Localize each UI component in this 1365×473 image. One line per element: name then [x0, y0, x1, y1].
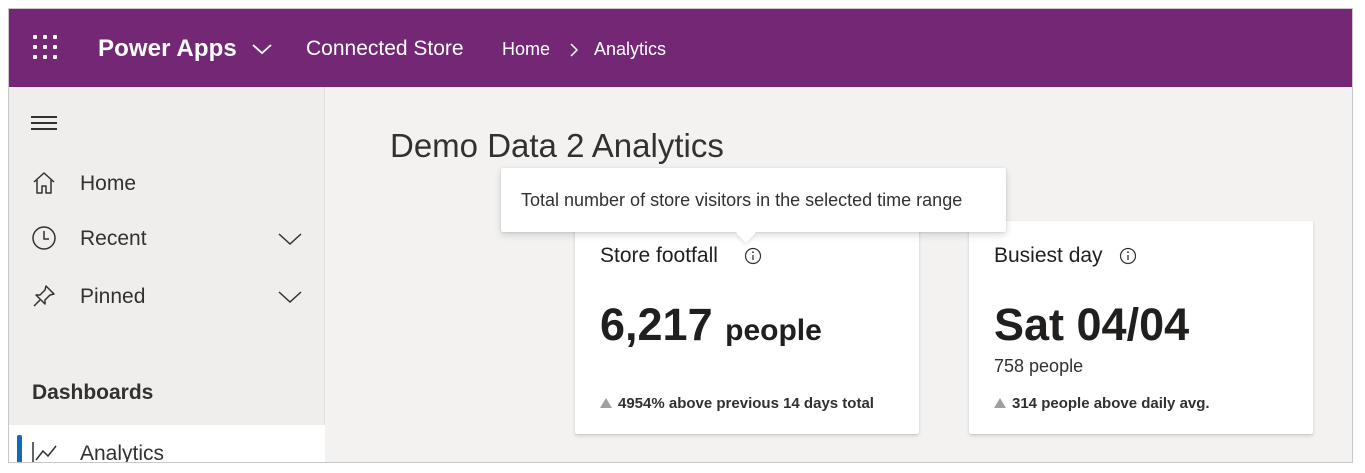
sidebar-item-analytics[interactable]: Analytics: [9, 425, 325, 463]
info-icon[interactable]: [744, 247, 762, 265]
sidebar: Home Recent Pinned Dashboards Analytics: [9, 87, 325, 463]
section-label-dashboards: Dashboards: [32, 381, 154, 404]
card-title: Store footfall: [600, 244, 718, 267]
kpi-footnote: 4954% above previous 14 days total: [600, 395, 874, 412]
breadcrumb-current: Analytics: [594, 39, 667, 59]
trend-icon: [32, 442, 57, 462]
triangle-up-icon: [600, 398, 612, 408]
active-indicator: [17, 435, 22, 462]
tooltip: Total number of store visitors in the se…: [501, 168, 1006, 243]
home-icon: [33, 172, 55, 194]
breadcrumb-home[interactable]: Home: [502, 39, 550, 60]
kpi-footnote: 314 people above daily avg.: [994, 395, 1210, 412]
sidebar-item-label: Home: [80, 172, 137, 195]
chevron-down-icon[interactable]: [277, 289, 303, 305]
chevron-right-icon: [570, 43, 579, 57]
triangle-up-icon: [994, 398, 1006, 408]
info-icon[interactable]: [1119, 247, 1137, 265]
tooltip-text: Total number of store visitors in the se…: [521, 190, 963, 210]
sidebar-item-pinned[interactable]: Pinned: [9, 273, 325, 319]
sidebar-item-label: Recent: [80, 227, 147, 250]
top-bar: Power Apps Connected Store Home Analytic…: [9, 9, 1352, 87]
app-launcher-icon[interactable]: [33, 35, 57, 59]
kpi-card-store-footfall: Store footfall 6,217 people 4954% above …: [575, 221, 919, 434]
sidebar-item-recent[interactable]: Recent: [9, 215, 325, 261]
kpi-card-busiest-day: Busiest day Sat 04/04 758 people 314 peo…: [969, 221, 1313, 434]
chevron-down-icon[interactable]: [277, 231, 303, 247]
kpi-footnote-text: 4954% above previous 14 days total: [618, 395, 874, 412]
app-frame: Power Apps Connected Store Home Analytic…: [8, 8, 1353, 463]
sidebar-item-label: Analytics: [80, 442, 165, 463]
sidebar-item-label: Pinned: [80, 285, 146, 308]
kpi-value: 6,217 people: [600, 299, 822, 351]
card-title: Busiest day: [994, 244, 1103, 267]
page-title: Demo Data 2 Analytics: [390, 127, 724, 164]
sidebar-item-home[interactable]: Home: [9, 160, 325, 206]
chevron-down-icon[interactable]: [251, 42, 273, 56]
kpi-value: Sat 04/04: [994, 299, 1190, 350]
hamburger-menu-icon[interactable]: [31, 114, 57, 132]
app-name[interactable]: Power Apps: [98, 35, 237, 63]
kpi-subvalue: 758 people: [994, 356, 1084, 376]
store-name[interactable]: Connected Store: [306, 37, 464, 61]
kpi-unit: people: [725, 314, 822, 347]
clock-icon: [32, 226, 56, 250]
kpi-footnote-text: 314 people above daily avg.: [1012, 395, 1210, 412]
pin-icon: [33, 285, 55, 307]
kpi-number: 6,217: [600, 299, 713, 350]
